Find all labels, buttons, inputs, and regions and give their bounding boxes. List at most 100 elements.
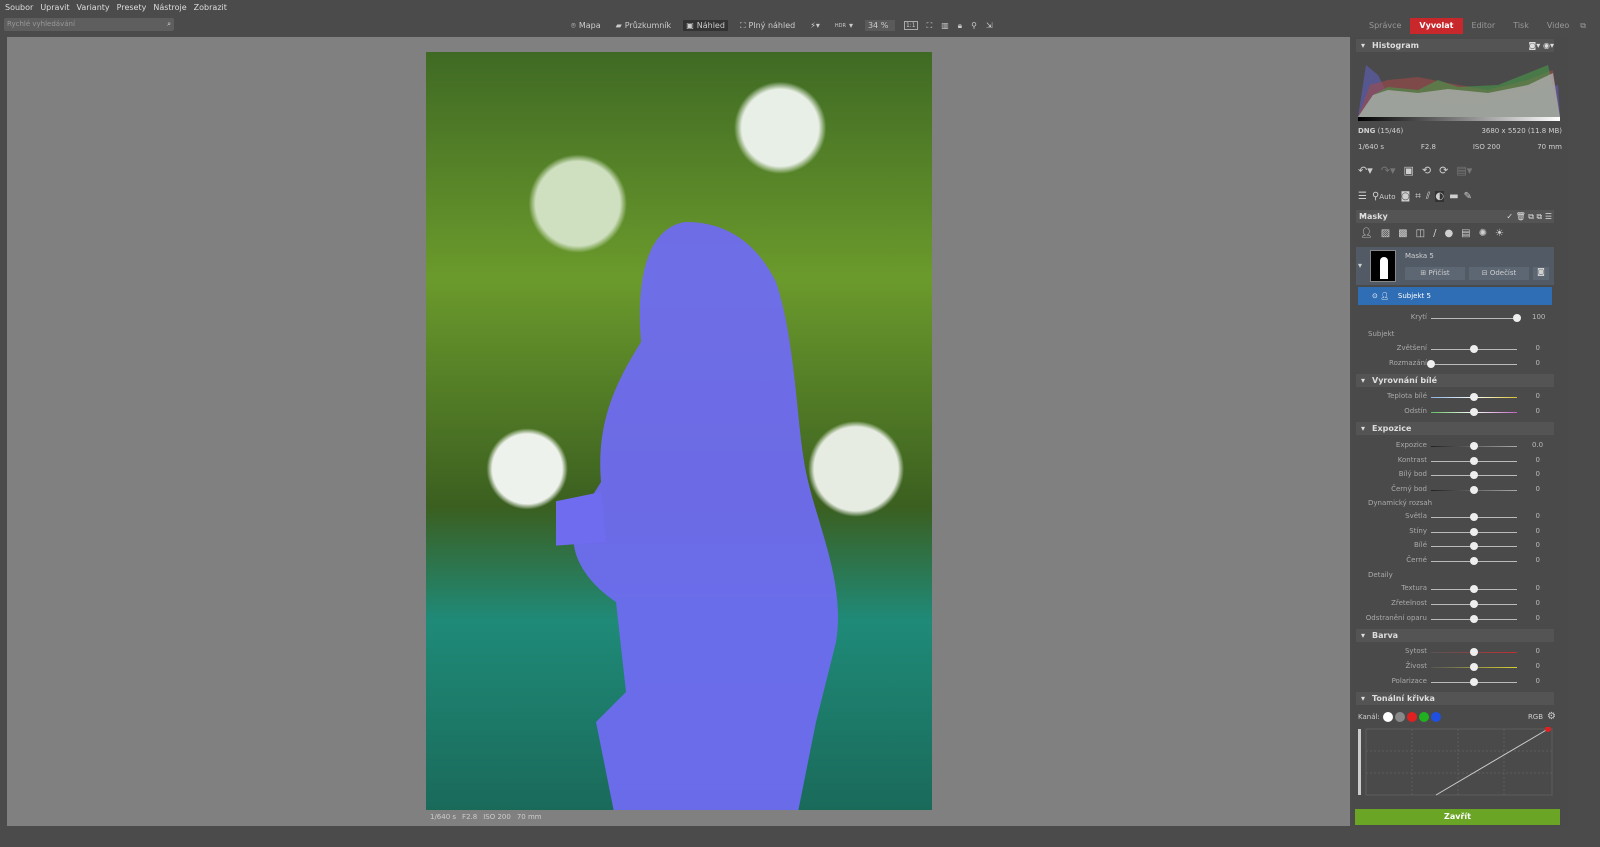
slider-dynamic-1[interactable]: Stíny 0 <box>1352 525 1562 539</box>
channel-swatch-1[interactable] <box>1394 711 1405 722</box>
slider-thumb[interactable] <box>1470 345 1478 353</box>
slider-thumb[interactable] <box>1470 393 1478 401</box>
slider-thumb[interactable] <box>1470 442 1478 450</box>
subtract-button[interactable]: ⊟ Odečíst <box>1469 267 1529 280</box>
slider-thumb[interactable] <box>1427 360 1435 368</box>
visibility-icon[interactable]: ⊙ <box>1372 292 1378 300</box>
menu-presety[interactable]: Presety <box>117 3 147 12</box>
camera-icon[interactable]: ◙ <box>1401 191 1411 202</box>
slider-exposure-1[interactable]: Kontrast 0 <box>1352 454 1562 468</box>
color-mask-icon[interactable]: ✺ <box>1479 228 1487 239</box>
compare-icon[interactable]: ▥ <box>941 21 949 30</box>
slider-color-2[interactable]: Polarizace 0 <box>1352 675 1562 689</box>
channel-swatch-4[interactable] <box>1430 711 1441 722</box>
sliders-icon[interactable]: ☰ <box>1358 191 1367 202</box>
fullscreen-button[interactable]: ⛶ Plný náhled <box>737 20 798 32</box>
histogram-header[interactable]: Histogram ◙▾ ◉▾ <box>1356 39 1554 52</box>
collapse-icon[interactable]: ▾ <box>1358 261 1362 270</box>
external-window-icon[interactable]: ⧉ <box>1578 18 1588 34</box>
preview-button[interactable]: ▣ Náhled <box>683 20 728 31</box>
image-icon[interactable]: ▣ <box>1404 164 1414 177</box>
slider-thumb[interactable] <box>1470 585 1478 593</box>
tab-vyvolat[interactable]: Vyvolat <box>1410 18 1463 34</box>
channel-swatch-2[interactable] <box>1406 711 1417 722</box>
loupe-icon[interactable]: ⚲ <box>971 21 977 30</box>
crop-icon[interactable]: ⌗ <box>1415 191 1421 202</box>
flash-dropdown[interactable]: ⚡▾ <box>807 20 823 31</box>
section-tone-curve[interactable]: Tonální křivka <box>1356 692 1554 705</box>
perspective-icon[interactable]: ⫽ <box>1426 191 1430 202</box>
slider-thumb[interactable] <box>1470 486 1478 495</box>
section-white-balance[interactable]: Vyrovnání bílé <box>1356 374 1554 387</box>
undo-icon[interactable]: ↶▾ <box>1358 164 1373 177</box>
slider-track[interactable] <box>1431 318 1517 319</box>
slider-wb-0[interactable]: Teplota bílé 0 <box>1352 390 1562 404</box>
slider-thumb[interactable] <box>1470 408 1478 416</box>
tone-curve[interactable] <box>1358 727 1554 797</box>
brush-icon[interactable]: ✎ <box>1464 191 1472 202</box>
slider-thumb[interactable] <box>1470 557 1478 566</box>
slider-thumb[interactable] <box>1470 542 1478 551</box>
menu-zobrazit[interactable]: Zobrazit <box>194 3 227 12</box>
menu-nastroje[interactable]: Nástroje <box>153 3 186 12</box>
slider-track[interactable] <box>1431 364 1517 365</box>
masks-icon[interactable]: ◐ <box>1435 191 1445 202</box>
menu-varianty[interactable]: Varianty <box>77 3 110 12</box>
slider-details-0[interactable]: Textura 0 <box>1352 582 1562 596</box>
menu-upravit[interactable]: Upravit <box>40 3 69 12</box>
tab-tisk[interactable]: Tisk <box>1504 18 1538 34</box>
slider-wb-1[interactable]: Odstín 0 <box>1352 405 1562 419</box>
slider-subject-1[interactable]: Rozmazání 0 <box>1352 357 1562 371</box>
mask-options-icon[interactable]: ◙ <box>1533 267 1549 280</box>
slider-thumb[interactable] <box>1470 648 1478 656</box>
gradient-mask-icon[interactable]: ▤ <box>1461 228 1470 239</box>
section-exposure[interactable]: Expozice <box>1356 422 1554 435</box>
tab-spravce[interactable]: Správce <box>1360 18 1410 34</box>
person-mask-icon[interactable]: 👤︎ <box>1360 228 1373 239</box>
slider-thumb[interactable] <box>1470 678 1478 686</box>
slider-dynamic-2[interactable]: Bílé 0 <box>1352 539 1562 553</box>
slider-thumb[interactable] <box>1470 471 1478 480</box>
luminance-mask-icon[interactable]: ☀ <box>1495 228 1504 239</box>
slider-thumb[interactable] <box>1470 527 1478 536</box>
gear-icon[interactable]: ⚙ <box>1547 711 1556 722</box>
subject-mask-item[interactable]: ⊙ 👤︎ Subjekt 5 <box>1358 287 1552 305</box>
add-button[interactable]: ⊞ Přičíst <box>1405 267 1465 280</box>
section-color[interactable]: Barva <box>1356 629 1554 642</box>
slider-thumb[interactable] <box>1470 513 1478 521</box>
slider-exposure-0[interactable]: Expozice 0.0 <box>1352 439 1562 453</box>
landscape-mask-icon[interactable]: ▩ <box>1398 228 1407 239</box>
slider-exposure-3[interactable]: Černý bod 0 <box>1352 483 1562 497</box>
search-input[interactable]: Rychlé vyhledávání ⌕ <box>4 18 174 31</box>
rotate-right-icon[interactable]: ⟳ <box>1439 164 1448 177</box>
search-icon[interactable]: ⌕ <box>167 18 171 31</box>
slider-details-2[interactable]: Odstranění oparu 0 <box>1352 612 1562 626</box>
slider-details-1[interactable]: Zřetelnost 0 <box>1352 597 1562 611</box>
slider-dynamic-0[interactable]: Světla 0 <box>1352 510 1562 524</box>
redo-icon[interactable]: ↷▾ <box>1381 164 1396 177</box>
tab-video[interactable]: Video <box>1538 18 1578 34</box>
lock-icon[interactable]: 🔒︎ <box>958 21 962 31</box>
slider-thumb[interactable] <box>1470 600 1478 608</box>
slider-thumb[interactable] <box>1470 615 1478 623</box>
zoom-1to1-button[interactable]: 1:1 <box>903 21 918 30</box>
channel-swatch-3[interactable] <box>1418 711 1429 722</box>
zoom-input[interactable]: 34 % <box>864 20 895 31</box>
menu-soubor[interactable]: Soubor <box>5 3 33 12</box>
mask-item[interactable]: ▾ Maska 5 ⊞ Přičíst ⊟ Odečíst ◙ <box>1356 247 1554 285</box>
slider-subject-0[interactable]: Zvětšení 0 <box>1352 342 1562 356</box>
close-button[interactable]: Zavřít <box>1355 809 1560 825</box>
slider-thumb[interactable] <box>1470 456 1478 465</box>
portrait-mask-icon[interactable]: ▨ <box>1381 228 1390 239</box>
slider-color-0[interactable]: Sytost 0 <box>1352 645 1562 659</box>
slider-opacity[interactable]: Krytí 100 <box>1352 311 1562 325</box>
slider-thumb[interactable] <box>1470 663 1478 671</box>
browser-button[interactable]: ▰ Průzkumník <box>613 20 675 31</box>
channel-swatch-0[interactable] <box>1382 711 1393 722</box>
brush-mask-icon[interactable]: / <box>1433 228 1436 239</box>
mask-actions-icons[interactable]: ✓ 🗑︎ ⧉ ⧉ ☰ <box>1506 210 1552 223</box>
slider-color-1[interactable]: Živost 0 <box>1352 660 1562 674</box>
export-icon[interactable]: ⇲ <box>986 21 993 30</box>
histogram-options-icon[interactable]: ◙▾ ◉▾ <box>1528 39 1554 52</box>
rotate-left-icon[interactable]: ⟲ <box>1422 164 1431 177</box>
